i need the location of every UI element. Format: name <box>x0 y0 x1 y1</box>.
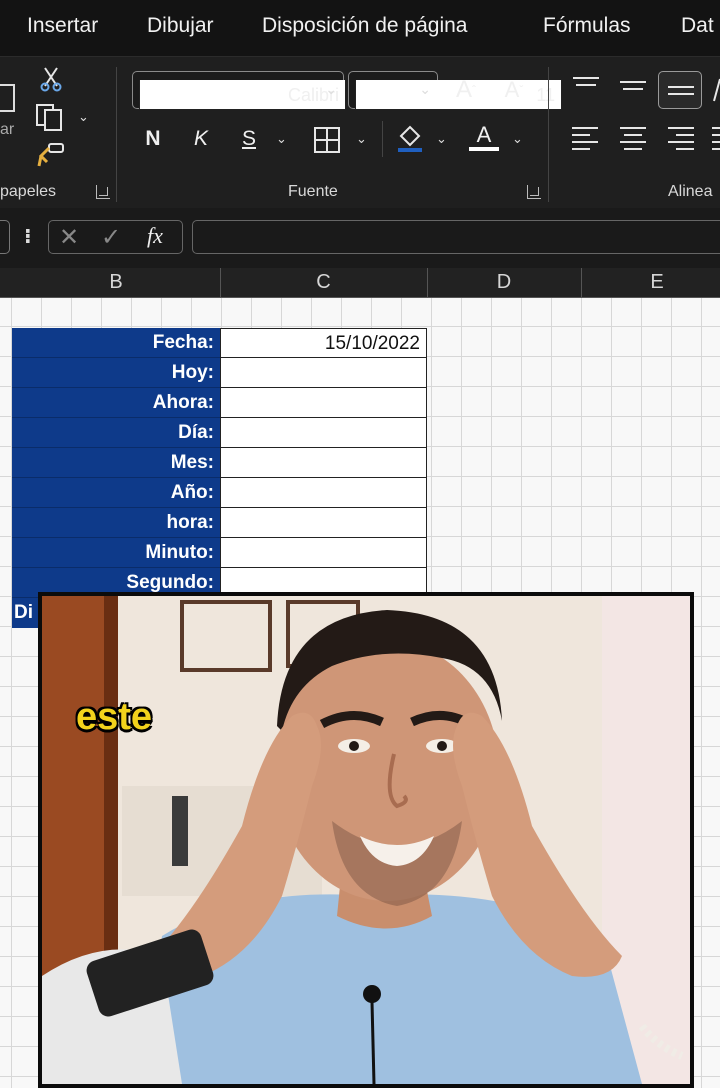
row-label[interactable]: Fecha: <box>12 328 220 358</box>
caret-up-icon: ˆ <box>472 83 476 97</box>
font-name-combo[interactable]: Calibri ⌄ <box>132 71 346 110</box>
subtitle-caption: este <box>76 696 153 738</box>
column-headers: B C D E <box>0 268 720 298</box>
row-label[interactable]: Ahora: <box>12 388 220 418</box>
more-options-icon[interactable]: ⁝ <box>24 224 32 249</box>
fill-color-dropdown-icon[interactable]: ⌄ <box>436 131 447 147</box>
underline-button[interactable]: S <box>236 123 262 155</box>
font-launcher-icon[interactable] <box>527 185 541 199</box>
orientation-icon[interactable] <box>712 77 720 103</box>
font-size-combo[interactable]: 11 ⌄ <box>348 71 562 110</box>
table-row: Hoy: <box>12 358 427 388</box>
font-color-dropdown-icon[interactable]: ⌄ <box>512 131 523 147</box>
row-value[interactable] <box>220 448 427 478</box>
align-middle-icon[interactable] <box>620 81 646 95</box>
row-value[interactable] <box>220 358 427 388</box>
font-color-label: A <box>476 122 492 147</box>
font-color-swatch <box>469 147 499 151</box>
borders-dropdown-icon[interactable]: ⌄ <box>356 131 367 147</box>
row-label[interactable]: Hoy: <box>12 358 220 388</box>
table-row: Día: <box>12 418 427 448</box>
row-label[interactable]: Minuto: <box>12 538 220 568</box>
chevron-down-icon: ⌄ <box>325 81 337 97</box>
align-bottom-button[interactable] <box>658 71 702 109</box>
ribbon-tab-bar: Insertar Dibujar Disposición de página F… <box>0 0 720 56</box>
column-header-c[interactable]: C <box>220 271 427 294</box>
enter-icon[interactable]: ✓ <box>101 223 121 252</box>
borders-icon[interactable] <box>312 125 342 155</box>
table-row: Fecha: 15/10/2022 <box>12 328 427 358</box>
align-left-icon[interactable] <box>572 127 598 155</box>
row-label[interactable]: Mes: <box>12 448 220 478</box>
tab-formulas[interactable]: Fórmulas <box>543 14 631 38</box>
divider <box>382 121 383 157</box>
table-row: Año: <box>12 478 427 508</box>
align-bottom-icon <box>668 86 694 100</box>
tab-datos[interactable]: Dat <box>681 14 714 38</box>
formula-bar: ⁝ ✕ ✓ fx <box>0 208 720 268</box>
fill-color-icon[interactable] <box>394 121 426 155</box>
paste-label: ar <box>0 121 15 138</box>
formula-actions: ✕ ✓ fx <box>48 220 183 254</box>
table-row: Mes: <box>12 448 427 478</box>
underline-dropdown-icon[interactable]: ⌄ <box>276 131 287 147</box>
indent-icon[interactable] <box>712 127 720 155</box>
italic-button[interactable]: K <box>188 123 214 155</box>
partial-row-label[interactable]: Di <box>12 598 38 628</box>
table-row: Ahora: <box>12 388 427 418</box>
column-header-e[interactable]: E <box>581 271 720 294</box>
caret-down-icon: ˇ <box>519 83 524 97</box>
chevron-down-icon: ⌄ <box>419 81 431 97</box>
formula-input[interactable] <box>192 220 720 254</box>
tab-disposicion-de-pagina[interactable]: Disposición de página <box>262 14 467 38</box>
tab-insertar[interactable]: Insertar <box>27 14 98 38</box>
group-divider <box>116 67 117 202</box>
clipboard-group-label: papeles <box>0 183 57 200</box>
column-header-d[interactable]: D <box>427 271 581 294</box>
clipboard-launcher-icon[interactable] <box>96 185 110 199</box>
align-center-icon[interactable] <box>620 127 646 155</box>
group-divider <box>548 67 549 202</box>
name-box[interactable] <box>0 220 10 254</box>
copy-icon[interactable] <box>34 102 68 132</box>
font-name-value: Calibri <box>139 80 346 110</box>
cut-icon[interactable] <box>38 65 64 93</box>
format-painter-icon[interactable] <box>36 141 66 169</box>
cancel-icon[interactable]: ✕ <box>59 223 79 252</box>
row-label[interactable]: Año: <box>12 478 220 508</box>
align-right-icon[interactable] <box>668 127 694 155</box>
grow-font-button[interactable]: Aˆ <box>448 73 484 107</box>
row-value[interactable] <box>220 418 427 448</box>
row-label[interactable]: Día: <box>12 418 220 448</box>
row-value[interactable]: 15/10/2022 <box>220 328 427 358</box>
bold-button[interactable]: N <box>140 123 166 155</box>
shrink-font-label: A <box>504 77 520 102</box>
column-header-b[interactable]: B <box>12 271 220 294</box>
insert-function-button[interactable]: fx <box>147 223 163 249</box>
row-value[interactable] <box>220 388 427 418</box>
grow-font-label: A <box>455 76 472 103</box>
paste-icon[interactable] <box>0 77 18 113</box>
row-value[interactable] <box>220 478 427 508</box>
copy-dropdown-icon[interactable]: ⌄ <box>78 109 89 125</box>
tab-dibujar[interactable]: Dibujar <box>147 14 214 38</box>
row-label[interactable]: hora: <box>12 508 220 538</box>
table-row: hora: <box>12 508 427 538</box>
shrink-font-button[interactable]: Aˇ <box>496 73 532 107</box>
row-value[interactable] <box>220 538 427 568</box>
row-value[interactable] <box>220 508 427 538</box>
alignment-group-label: Alinea <box>668 183 713 200</box>
align-top-icon[interactable] <box>573 77 599 91</box>
webcam-video: este <box>38 592 694 1088</box>
ribbon: ar ⌄ papeles Calibri ⌄ 11 ⌄ Aˆ Aˇ N K S … <box>0 56 720 208</box>
presenter-video-frame <box>42 596 690 1084</box>
table-row: Minuto: <box>12 538 427 568</box>
font-color-button[interactable]: A <box>466 119 502 155</box>
font-group-label: Fuente <box>288 183 338 200</box>
